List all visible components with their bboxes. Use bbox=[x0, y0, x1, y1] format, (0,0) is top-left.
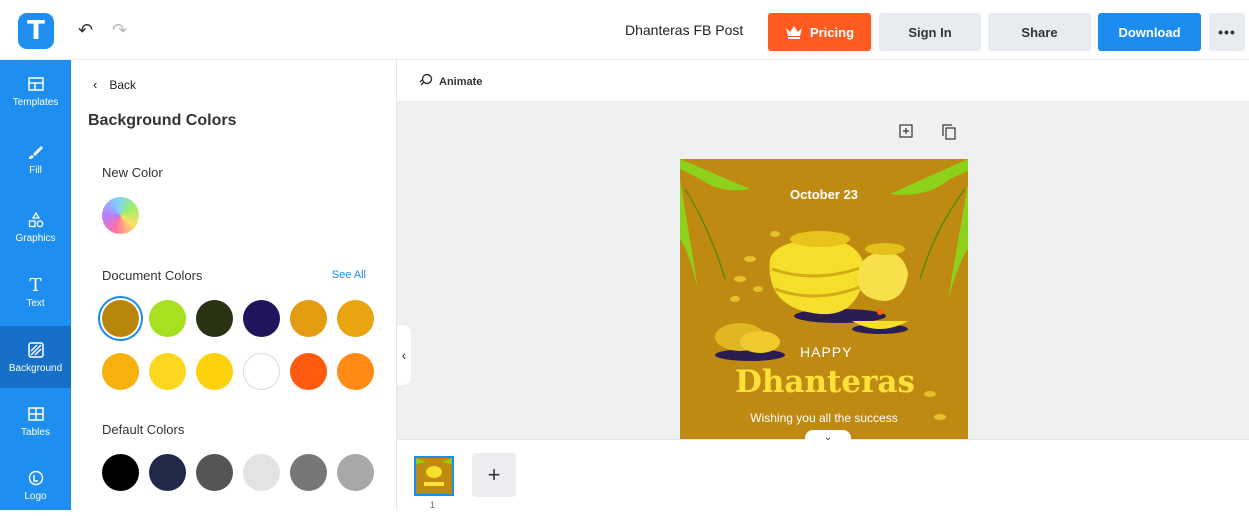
chevron-left-icon: ‹ bbox=[401, 347, 407, 363]
document-title[interactable]: Dhanteras FB Post bbox=[625, 22, 743, 38]
table-icon bbox=[26, 404, 46, 424]
color-swatch[interactable] bbox=[102, 300, 139, 337]
sidebar-item-label: Tables bbox=[21, 427, 50, 438]
design-date-text[interactable]: October 23 bbox=[680, 187, 968, 202]
brush-icon bbox=[26, 142, 46, 162]
pages-bar: 1 + bbox=[397, 439, 1249, 510]
design-title-text[interactable]: Dhanteras bbox=[735, 364, 915, 400]
animate-bar: Animate bbox=[397, 60, 1249, 102]
expand-pages-button[interactable]: ⌄ bbox=[805, 430, 851, 444]
color-swatch[interactable] bbox=[196, 300, 233, 337]
templates-icon bbox=[26, 74, 46, 94]
background-colors-panel: ‹ Back Background Colors New Color Docum… bbox=[71, 60, 397, 510]
crown-icon bbox=[785, 25, 803, 39]
color-swatch[interactable] bbox=[337, 300, 374, 337]
sidebar-item-label: Fill bbox=[29, 165, 42, 176]
document-colors-row bbox=[102, 300, 384, 337]
page-number: 1 bbox=[430, 500, 436, 510]
color-swatch[interactable] bbox=[102, 454, 139, 491]
design-happy-text[interactable]: HAPPY bbox=[800, 344, 852, 360]
color-swatch[interactable] bbox=[149, 300, 186, 337]
design-canvas[interactable]: October 23 HAPPY Dhanteras Wishing you a… bbox=[680, 159, 968, 439]
duplicate-icon[interactable] bbox=[942, 124, 956, 143]
thumbnail-preview bbox=[416, 458, 452, 494]
default-colors-label: Default Colors bbox=[102, 422, 185, 437]
sidebar-item-label: Templates bbox=[12, 97, 59, 108]
color-swatch[interactable] bbox=[149, 454, 186, 491]
pricing-label: Pricing bbox=[809, 24, 855, 40]
new-color-label: New Color bbox=[102, 165, 163, 180]
redo-icon[interactable]: ↷ bbox=[112, 20, 127, 40]
download-button[interactable]: Download bbox=[1098, 13, 1201, 51]
sidebar-item-text[interactable]: T Text bbox=[0, 261, 71, 323]
logo-icon bbox=[26, 468, 46, 488]
page-thumbnail[interactable] bbox=[414, 456, 454, 496]
color-swatch[interactable] bbox=[243, 454, 280, 491]
text-icon: T bbox=[29, 274, 42, 296]
color-swatch[interactable] bbox=[102, 353, 139, 390]
sidebar-item-logo[interactable]: Logo bbox=[0, 454, 71, 516]
default-colors-row bbox=[102, 454, 384, 491]
chevron-left-icon: ‹ bbox=[93, 77, 98, 92]
sign-in-button[interactable]: Sign In bbox=[879, 13, 981, 51]
top-bar: T ↶ ↷ Dhanteras FB Post Pricing Sign In … bbox=[0, 0, 1249, 60]
share-button[interactable]: Share bbox=[988, 13, 1091, 51]
see-all-link[interactable]: See All bbox=[332, 269, 366, 281]
document-colors-row bbox=[102, 353, 384, 390]
app-logo[interactable]: T bbox=[18, 13, 54, 49]
sidebar-item-label: Graphics bbox=[15, 233, 56, 244]
color-swatch[interactable] bbox=[337, 454, 374, 491]
collapse-panel-button[interactable]: ‹ bbox=[397, 325, 411, 385]
color-swatch[interactable] bbox=[290, 454, 327, 491]
animate-button[interactable]: Animate bbox=[419, 73, 482, 90]
color-swatch[interactable] bbox=[196, 353, 233, 390]
canvas-area: October 23 HAPPY Dhanteras Wishing you a… bbox=[397, 102, 1249, 439]
back-button[interactable]: ‹ Back bbox=[93, 77, 136, 92]
sidebar-item-label: Logo bbox=[24, 491, 47, 502]
sidebar-item-tables[interactable]: Tables bbox=[0, 390, 71, 452]
sidebar-item-fill[interactable]: Fill bbox=[0, 128, 71, 190]
back-label: Back bbox=[109, 77, 137, 92]
color-swatch[interactable] bbox=[196, 454, 233, 491]
sidebar-item-graphics[interactable]: Graphics bbox=[0, 196, 71, 258]
shapes-icon bbox=[26, 210, 46, 230]
pricing-button[interactable]: Pricing bbox=[768, 13, 871, 51]
more-options-button[interactable]: ••• bbox=[1209, 13, 1245, 51]
left-nav: Templates Fill Graphics T Text Backgroun… bbox=[0, 60, 71, 510]
plus-icon: + bbox=[487, 462, 501, 487]
color-swatch[interactable] bbox=[337, 353, 374, 390]
color-swatch[interactable] bbox=[243, 300, 280, 337]
add-page-button[interactable]: + bbox=[472, 453, 516, 497]
color-swatch[interactable] bbox=[243, 353, 280, 390]
animate-label: Animate bbox=[439, 75, 483, 88]
document-colors-label: Document Colors bbox=[102, 268, 203, 283]
animate-icon bbox=[419, 73, 433, 90]
color-swatch[interactable] bbox=[149, 353, 186, 390]
color-swatch[interactable] bbox=[290, 300, 327, 337]
color-swatch[interactable] bbox=[290, 353, 327, 390]
sidebar-item-templates[interactable]: Templates bbox=[0, 60, 71, 122]
new-color-picker[interactable] bbox=[102, 197, 139, 234]
sidebar-item-background[interactable]: Background bbox=[0, 326, 71, 388]
add-frame-icon[interactable] bbox=[899, 124, 913, 141]
panel-title: Background Colors bbox=[88, 112, 237, 129]
design-wish-text[interactable]: Wishing you all the success bbox=[680, 411, 968, 425]
background-icon bbox=[26, 340, 46, 360]
sidebar-item-label: Text bbox=[26, 298, 45, 309]
sidebar-item-label: Background bbox=[8, 363, 63, 374]
undo-icon[interactable]: ↶ bbox=[78, 20, 93, 40]
chevron-down-icon: ⌄ bbox=[823, 431, 833, 443]
